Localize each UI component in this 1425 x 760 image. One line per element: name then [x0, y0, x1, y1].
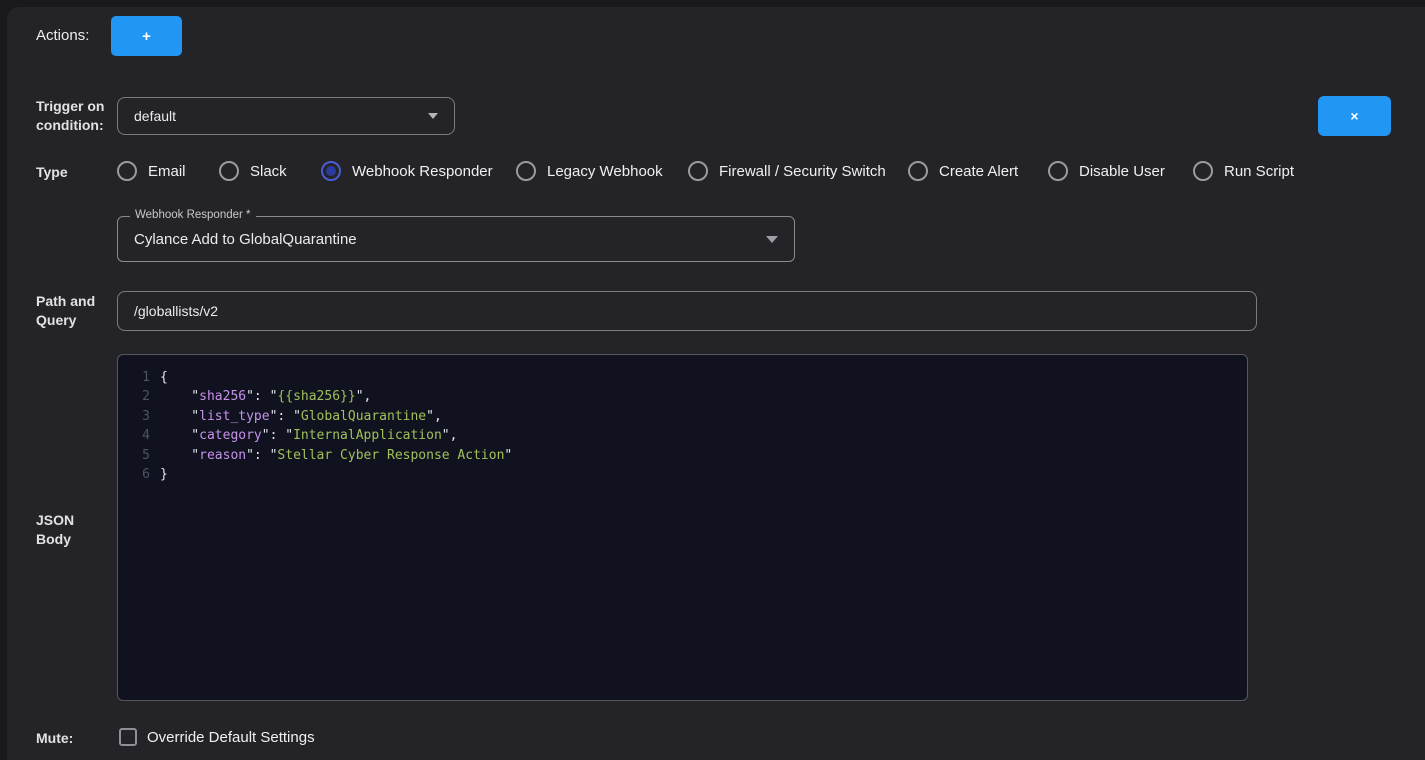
- radio-label: Email: [148, 163, 186, 180]
- radio-selected-icon: [321, 161, 341, 181]
- line-number: 1: [118, 368, 154, 387]
- code-line: 3 "list_type": "GlobalQuarantine",: [118, 407, 1247, 426]
- trigger-label-line2: condition:: [36, 116, 104, 135]
- radio-unselected-icon: [1193, 161, 1213, 181]
- path-query-label-line1: Path and: [36, 292, 95, 311]
- screen-background: Actions: + Trigger on condition: default…: [0, 0, 1425, 760]
- code-text: "category": "InternalApplication",: [154, 426, 457, 445]
- code-text: "reason": "Stellar Cyber Response Action…: [154, 446, 512, 465]
- radio-label: Legacy Webhook: [547, 163, 663, 180]
- code-line: 6}: [118, 465, 1247, 484]
- code-text: {: [154, 368, 168, 387]
- actions-label: Actions:: [36, 27, 89, 44]
- radio-label: Slack: [250, 163, 287, 180]
- json-body-label-line2: Body: [36, 530, 74, 549]
- code-line: 2 "sha256": "{{sha256}}",: [118, 387, 1247, 406]
- radio-label: Create Alert: [939, 163, 1018, 180]
- radio-email[interactable]: Email: [117, 157, 186, 185]
- code-text: "sha256": "{{sha256}}",: [154, 387, 371, 406]
- type-radio-group: Email Slack Webhook Responder Legacy Webhoo…: [0, 157, 1425, 185]
- radio-unselected-icon: [219, 161, 239, 181]
- radio-unselected-icon: [688, 161, 708, 181]
- line-number: 2: [118, 387, 154, 406]
- radio-label: Disable User: [1079, 163, 1165, 180]
- line-number: 5: [118, 446, 154, 465]
- override-default-settings-checkbox[interactable]: [119, 728, 137, 746]
- path-query-input[interactable]: [117, 291, 1257, 331]
- radio-unselected-icon: [516, 161, 536, 181]
- json-body-label-line1: JSON: [36, 511, 74, 530]
- path-query-label-line2: Query: [36, 311, 95, 330]
- remove-action-button[interactable]: ×: [1318, 96, 1391, 136]
- radio-label: Webhook Responder: [352, 163, 493, 180]
- mute-label: Mute:: [36, 729, 73, 748]
- radio-unselected-icon: [908, 161, 928, 181]
- json-body-editor[interactable]: 1{2 "sha256": "{{sha256}}",3 "list_type"…: [117, 354, 1248, 701]
- radio-disable-user[interactable]: Disable User: [1048, 157, 1165, 185]
- radio-webhook-responder[interactable]: Webhook Responder: [321, 157, 493, 185]
- line-number: 6: [118, 465, 154, 484]
- radio-slack[interactable]: Slack: [219, 157, 287, 185]
- radio-legacy-webhook[interactable]: Legacy Webhook: [516, 157, 663, 185]
- webhook-responder-select[interactable]: Webhook Responder * Cylance Add to Globa…: [117, 216, 795, 262]
- chevron-down-icon: [428, 113, 438, 119]
- trigger-condition-value: default: [118, 108, 428, 124]
- radio-label: Run Script: [1224, 163, 1294, 180]
- line-number: 3: [118, 407, 154, 426]
- radio-run-script[interactable]: Run Script: [1193, 157, 1294, 185]
- radio-dot: [326, 166, 336, 176]
- code-line: 1{: [118, 368, 1247, 387]
- webhook-responder-floating-label: Webhook Responder *: [130, 209, 256, 221]
- plus-icon: +: [142, 29, 151, 44]
- chevron-down-icon: [766, 236, 778, 243]
- add-action-button[interactable]: +: [111, 16, 182, 56]
- line-number: 4: [118, 426, 154, 445]
- radio-firewall-security-switch[interactable]: Firewall / Security Switch: [688, 157, 886, 185]
- override-default-settings-label: Override Default Settings: [147, 729, 315, 746]
- trigger-label-line1: Trigger on: [36, 97, 104, 116]
- radio-create-alert[interactable]: Create Alert: [908, 157, 1018, 185]
- code-text: }: [154, 465, 168, 484]
- json-editor-content: 1{2 "sha256": "{{sha256}}",3 "list_type"…: [118, 368, 1247, 484]
- webhook-responder-value: Cylance Add to GlobalQuarantine: [118, 231, 766, 248]
- code-line: 4 "category": "InternalApplication",: [118, 426, 1247, 445]
- radio-label: Firewall / Security Switch: [719, 163, 886, 180]
- code-text: "list_type": "GlobalQuarantine",: [154, 407, 442, 426]
- close-icon: ×: [1350, 109, 1358, 123]
- trigger-condition-select[interactable]: default: [117, 97, 455, 135]
- override-default-settings-option[interactable]: Override Default Settings: [119, 728, 315, 746]
- radio-unselected-icon: [1048, 161, 1068, 181]
- code-line: 5 "reason": "Stellar Cyber Response Acti…: [118, 446, 1247, 465]
- radio-unselected-icon: [117, 161, 137, 181]
